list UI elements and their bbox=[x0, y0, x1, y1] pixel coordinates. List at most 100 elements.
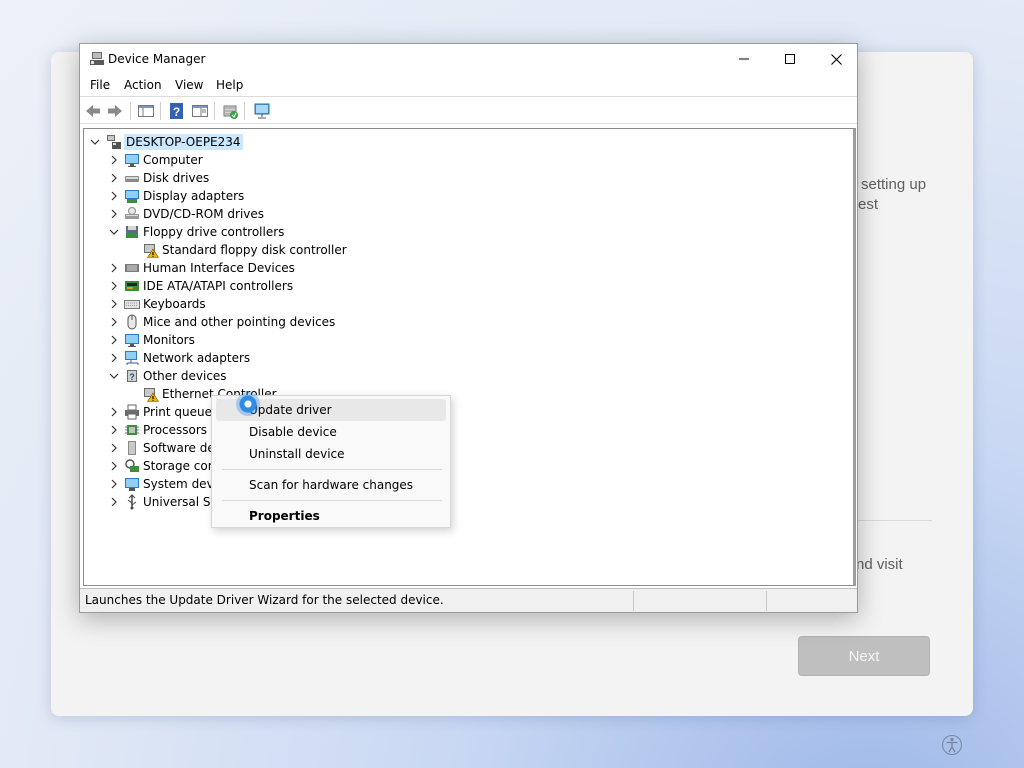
chevron-right-icon[interactable] bbox=[109, 191, 119, 201]
menu-action[interactable]: Action bbox=[124, 78, 162, 92]
storage-controller-icon bbox=[125, 459, 139, 472]
chevron-right-icon[interactable] bbox=[109, 263, 119, 273]
computer-root-icon bbox=[107, 135, 121, 149]
menu-scan-hardware[interactable]: Scan for hardware changes bbox=[216, 474, 446, 496]
chevron-right-icon[interactable] bbox=[109, 155, 119, 165]
tree-item-label: Computer bbox=[143, 153, 203, 167]
menu-view[interactable]: View bbox=[175, 78, 203, 92]
show-hide-console-tree-icon[interactable] bbox=[137, 102, 155, 120]
ide-controller-icon bbox=[125, 281, 139, 291]
monitor-icon bbox=[125, 154, 139, 167]
monitor-icon bbox=[125, 334, 139, 347]
unknown-device-icon: ? bbox=[127, 370, 137, 382]
chevron-right-icon[interactable] bbox=[109, 281, 119, 291]
chevron-right-icon[interactable] bbox=[109, 497, 119, 507]
chevron-right-icon[interactable] bbox=[109, 299, 119, 309]
menu-file[interactable]: File bbox=[90, 78, 110, 92]
maximize-icon bbox=[785, 54, 795, 64]
status-divider bbox=[766, 591, 767, 611]
tree-item-label: Print queues bbox=[143, 405, 219, 419]
tree-category-row[interactable]: IDE ATA/ATAPI controllers bbox=[84, 277, 784, 295]
tree-category-row[interactable]: Human Interface Devices bbox=[84, 259, 784, 277]
tree-category-row[interactable]: Mice and other pointing devices bbox=[84, 313, 784, 331]
chevron-down-icon[interactable] bbox=[109, 227, 119, 237]
chevron-down-icon[interactable] bbox=[90, 137, 100, 147]
tree-category-row[interactable]: Network adapters bbox=[84, 349, 784, 367]
accessibility-icon[interactable] bbox=[941, 734, 963, 756]
svg-text:?: ? bbox=[173, 105, 180, 119]
close-button[interactable] bbox=[813, 44, 859, 74]
menu-item-label: Properties bbox=[249, 509, 320, 523]
tree-item-label: Universal Se bbox=[143, 495, 218, 509]
display-adapter-icon bbox=[125, 190, 139, 203]
chevron-right-icon[interactable] bbox=[109, 407, 119, 417]
tree-category-row[interactable]: Display adapters bbox=[84, 187, 784, 205]
menu-item-label: Scan for hardware changes bbox=[249, 478, 414, 492]
menu-separator bbox=[222, 500, 442, 501]
properties-view-icon[interactable] bbox=[191, 102, 209, 120]
scan-hardware-icon[interactable] bbox=[253, 102, 271, 120]
mouse-cursor bbox=[236, 392, 260, 416]
menu-item-label: Update driver bbox=[249, 403, 332, 417]
tree-category-row[interactable]: DVD/CD-ROM drives bbox=[84, 205, 784, 223]
tree-item-label: Floppy drive controllers bbox=[143, 225, 285, 239]
usb-icon bbox=[127, 494, 137, 510]
tree-category-row[interactable]: Monitors bbox=[84, 331, 784, 349]
next-button[interactable]: Next bbox=[798, 636, 930, 676]
tree-item-label: Human Interface Devices bbox=[143, 261, 295, 275]
tree-category-row[interactable]: Computer bbox=[84, 151, 784, 169]
setup-description-fragment: nd visit bbox=[856, 556, 903, 573]
chevron-right-icon[interactable] bbox=[109, 461, 119, 471]
toolbar-separator bbox=[160, 102, 161, 120]
chevron-right-icon[interactable] bbox=[109, 335, 119, 345]
title-bar: Device Manager bbox=[80, 44, 857, 74]
forward-arrow-icon[interactable] bbox=[106, 102, 124, 120]
menu-uninstall-device[interactable]: Uninstall device bbox=[216, 443, 446, 465]
tree-root-label: DESKTOP-OEPE234 bbox=[124, 134, 243, 150]
back-arrow-icon[interactable] bbox=[84, 102, 102, 120]
tree-item-label: Other devices bbox=[143, 369, 227, 383]
chevron-right-icon[interactable] bbox=[109, 353, 119, 363]
tree-root[interactable]: DESKTOP-OEPE234 bbox=[84, 133, 784, 151]
chevron-right-icon[interactable] bbox=[109, 425, 119, 435]
device-tree: DESKTOP-OEPE234 Computer Disk drives Displa… bbox=[83, 128, 856, 586]
menu-item-label: Disable device bbox=[249, 425, 337, 439]
floppy-controller-icon bbox=[126, 226, 138, 238]
tree-item-label: Processors bbox=[143, 423, 208, 437]
tree-item-label: Monitors bbox=[143, 333, 195, 347]
tree-category-row[interactable]: ? Other devices bbox=[84, 367, 784, 385]
tree-category-row[interactable]: Disk drives bbox=[84, 169, 784, 187]
menu-properties[interactable]: Properties bbox=[216, 505, 446, 527]
chevron-right-icon[interactable] bbox=[109, 209, 119, 219]
toolbar-separator bbox=[244, 102, 245, 120]
minimize-button[interactable] bbox=[721, 44, 767, 74]
chevron-right-icon[interactable] bbox=[109, 317, 119, 327]
chevron-down-icon[interactable] bbox=[109, 371, 119, 381]
toolbar-separator bbox=[130, 102, 131, 120]
chevron-right-icon[interactable] bbox=[109, 173, 119, 183]
device-manager-icon bbox=[90, 52, 104, 65]
keyboard-icon bbox=[124, 300, 140, 309]
update-driver-icon[interactable] bbox=[221, 102, 239, 120]
help-icon[interactable]: ? bbox=[168, 102, 186, 120]
window-title: Device Manager bbox=[108, 52, 206, 66]
tree-item-label: Software dev bbox=[143, 441, 222, 455]
tree-category-row[interactable]: Floppy drive controllers bbox=[84, 223, 784, 241]
menu-bar: File Action View Help bbox=[80, 74, 857, 96]
tree-item-label: DVD/CD-ROM drives bbox=[143, 207, 265, 221]
tree-item-label: Display adapters bbox=[143, 189, 245, 203]
chevron-right-icon[interactable] bbox=[109, 443, 119, 453]
hid-icon bbox=[125, 264, 139, 272]
network-adapter-icon bbox=[125, 351, 139, 365]
tree-device-row[interactable]: Standard floppy disk controller bbox=[84, 241, 784, 259]
maximize-button[interactable] bbox=[767, 44, 813, 74]
tree-category-row[interactable]: Keyboards bbox=[84, 295, 784, 313]
chevron-right-icon[interactable] bbox=[109, 479, 119, 489]
svg-text:?: ? bbox=[129, 372, 135, 382]
menu-disable-device[interactable]: Disable device bbox=[216, 421, 446, 443]
menu-help[interactable]: Help bbox=[216, 78, 243, 92]
toolbar-separator bbox=[214, 102, 215, 120]
minimize-icon bbox=[739, 58, 749, 60]
disk-drive-icon bbox=[125, 176, 139, 182]
setup-description-fragment: est bbox=[858, 196, 879, 213]
